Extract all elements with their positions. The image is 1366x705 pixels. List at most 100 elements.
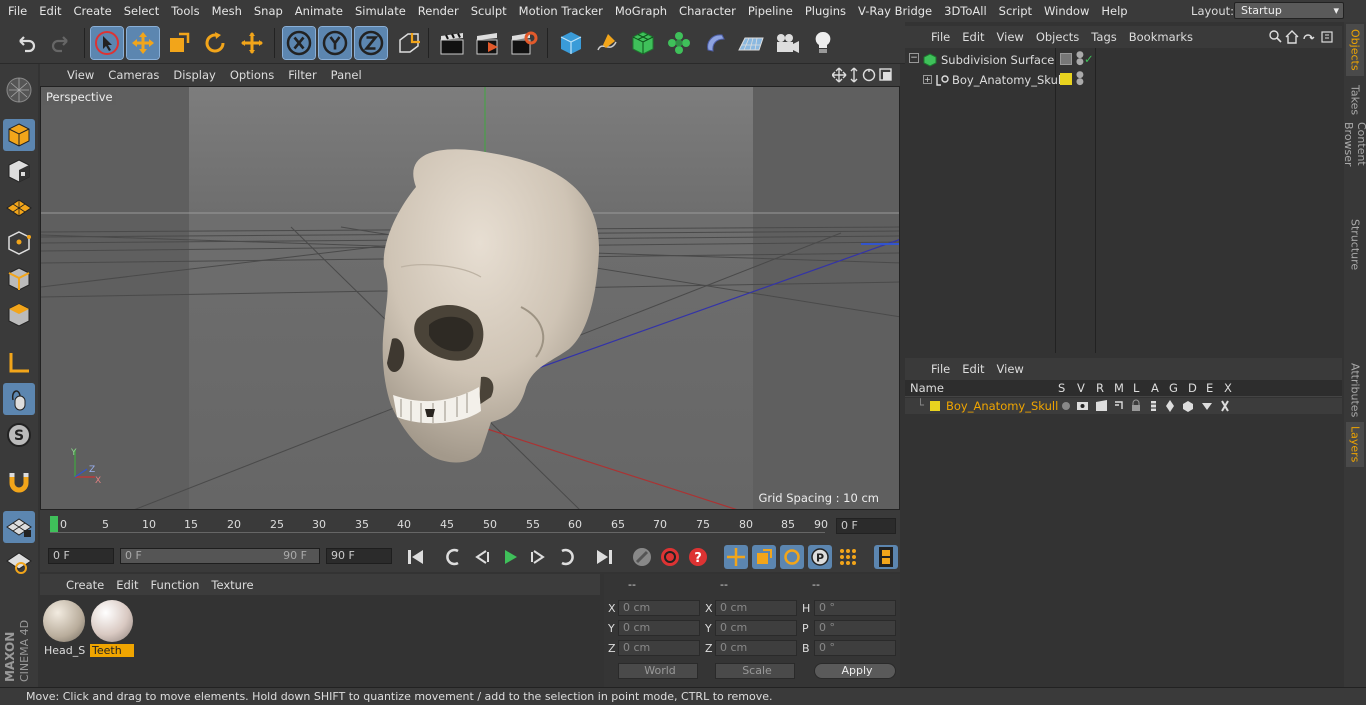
layer-color-swatch[interactable] [930,401,940,411]
column-locked[interactable]: L [1133,381,1139,395]
record-keys-button[interactable] [630,545,654,569]
menu-file[interactable]: File [2,0,33,22]
material-menu-texture[interactable]: Texture [205,578,259,592]
objects-menu-objects[interactable]: Objects [1030,30,1085,44]
z-axis-lock-button[interactable] [354,26,388,60]
size-z-field[interactable]: 0 cm [715,640,797,656]
model-mode-button[interactable] [3,119,35,151]
tab-layers[interactable]: Layers [1346,422,1364,467]
menu-character[interactable]: Character [673,0,742,22]
start-frame-field[interactable]: 0 F [48,548,114,564]
size-x-field[interactable]: 0 cm [715,600,797,616]
rotation-p-field[interactable]: 0 ° [814,620,896,636]
coord-system-dropdown[interactable]: World [618,663,698,679]
snap-button[interactable] [3,467,35,499]
go-to-start-button[interactable] [404,545,428,569]
pen-spline-button[interactable] [591,27,623,59]
column-expressions[interactable]: E [1206,381,1213,395]
material-teeth[interactable]: Teeth [90,598,134,657]
locked-workplane-button[interactable] [3,547,35,579]
workplane-button[interactable] [3,191,35,223]
objects-menu-edit[interactable]: Edit [956,30,990,44]
layer-row[interactable]: └ Boy_Anatomy_Skull [905,398,1342,414]
column-animation[interactable]: A [1151,381,1159,395]
menu-window[interactable]: Window [1038,0,1095,22]
material-head-skull[interactable]: Head_Sk [42,598,86,657]
cube-primitive-button[interactable] [555,27,587,59]
menu-tools[interactable]: Tools [165,0,205,22]
tab-content-browser[interactable]: Content Browser [1342,122,1366,212]
rotate-tool-button[interactable] [199,27,231,59]
objects-menu-tags[interactable]: Tags [1085,30,1122,44]
menu-script[interactable]: Script [993,0,1038,22]
enable-axis-button[interactable] [3,347,35,379]
transform-tool-button[interactable] [236,27,268,59]
3d-viewport[interactable]: Y Z X Perspective Grid Spacing : 10 cm [40,86,900,510]
objects-menu-view[interactable]: View [991,30,1030,44]
menu-animate[interactable]: Animate [289,0,349,22]
render-settings-button[interactable] [508,27,540,59]
end-frame-field[interactable]: 90 F [326,548,392,564]
viewport-menu-panel[interactable]: Panel [324,68,369,82]
menu-mograph[interactable]: MoGraph [609,0,673,22]
next-frame-button[interactable] [526,545,550,569]
menu-mesh[interactable]: Mesh [206,0,248,22]
tab-structure[interactable]: Structure [1346,217,1364,272]
apply-button[interactable]: Apply [814,663,896,679]
tab-objects[interactable]: Objects [1346,24,1364,76]
live-selection-button[interactable] [90,26,124,60]
size-y-field[interactable]: 0 cm [715,620,797,636]
rotation-b-field[interactable]: 0 ° [814,640,896,656]
objects-menu-bookmarks[interactable]: Bookmarks [1123,30,1199,44]
camera-label[interactable]: Perspective [43,89,116,105]
rotation-h-field[interactable]: 0 ° [814,600,896,616]
layer-toggle-icons[interactable] [1060,399,1240,413]
object-row-subdivision-surface[interactable]: − Subdivision Surface ● ● ✓ [905,51,1342,70]
visibility-dots[interactable]: ● ● [1076,51,1084,67]
layers-menu-edit[interactable]: Edit [956,362,990,376]
menu-plugins[interactable]: Plugins [799,0,852,22]
menu-motion-tracker[interactable]: Motion Tracker [513,0,609,22]
material-menu-function[interactable]: Function [145,578,206,592]
object-row-boy-anatomy-skull[interactable]: + Boy_Anatomy_Skull ● ● [905,71,1342,90]
menu-create[interactable]: Create [68,0,118,22]
objects-menu-file[interactable]: File [925,30,956,44]
column-deformers[interactable]: D [1188,381,1197,395]
enabled-check-icon[interactable]: ✓ [1084,52,1094,66]
layers-menu-file[interactable]: File [925,362,956,376]
texture-mode-button[interactable] [3,155,35,187]
menu-3dtoall[interactable]: 3DToAll [938,0,993,22]
current-frame-field[interactable]: 0 F [836,518,896,534]
move-tool-button[interactable] [126,26,160,60]
layout-dropdown[interactable]: Startup [1234,2,1344,19]
x-axis-lock-button[interactable] [282,26,316,60]
tweak-mode-button[interactable] [3,383,35,415]
workplane-lock-button[interactable] [3,511,35,543]
y-axis-lock-button[interactable] [318,26,352,60]
key-position-button[interactable] [724,545,748,569]
polygons-mode-button[interactable] [3,299,35,331]
timeline-ruler[interactable]: 0 5 10 15 20 25 30 35 40 45 50 55 60 65 … [50,514,830,538]
viewport-menu-view[interactable]: View [60,68,101,82]
position-z-field[interactable]: 0 cm [618,640,700,656]
make-editable-button[interactable] [3,74,35,106]
position-y-field[interactable]: 0 cm [618,620,700,636]
range-slider[interactable]: 0 F 90 F [120,548,320,564]
material-menu-create[interactable]: Create [60,578,110,592]
previous-frame-button[interactable] [470,545,494,569]
menu-pipeline[interactable]: Pipeline [742,0,799,22]
render-view-button[interactable] [436,27,468,59]
go-to-end-button[interactable] [592,545,616,569]
tab-takes[interactable]: Takes [1346,80,1364,120]
edges-mode-button[interactable] [3,263,35,295]
layer-swatch[interactable] [1060,73,1072,85]
timeline-button[interactable] [874,545,898,569]
menu-render[interactable]: Render [412,0,465,22]
layers-menu-view[interactable]: View [991,362,1030,376]
points-mode-button[interactable] [3,227,35,259]
collapse-toggle[interactable]: − [909,53,919,63]
floor-button[interactable] [735,27,767,59]
deformer-button[interactable] [699,27,731,59]
position-x-field[interactable]: 0 cm [618,600,700,616]
expand-toggle[interactable]: + [923,75,932,84]
